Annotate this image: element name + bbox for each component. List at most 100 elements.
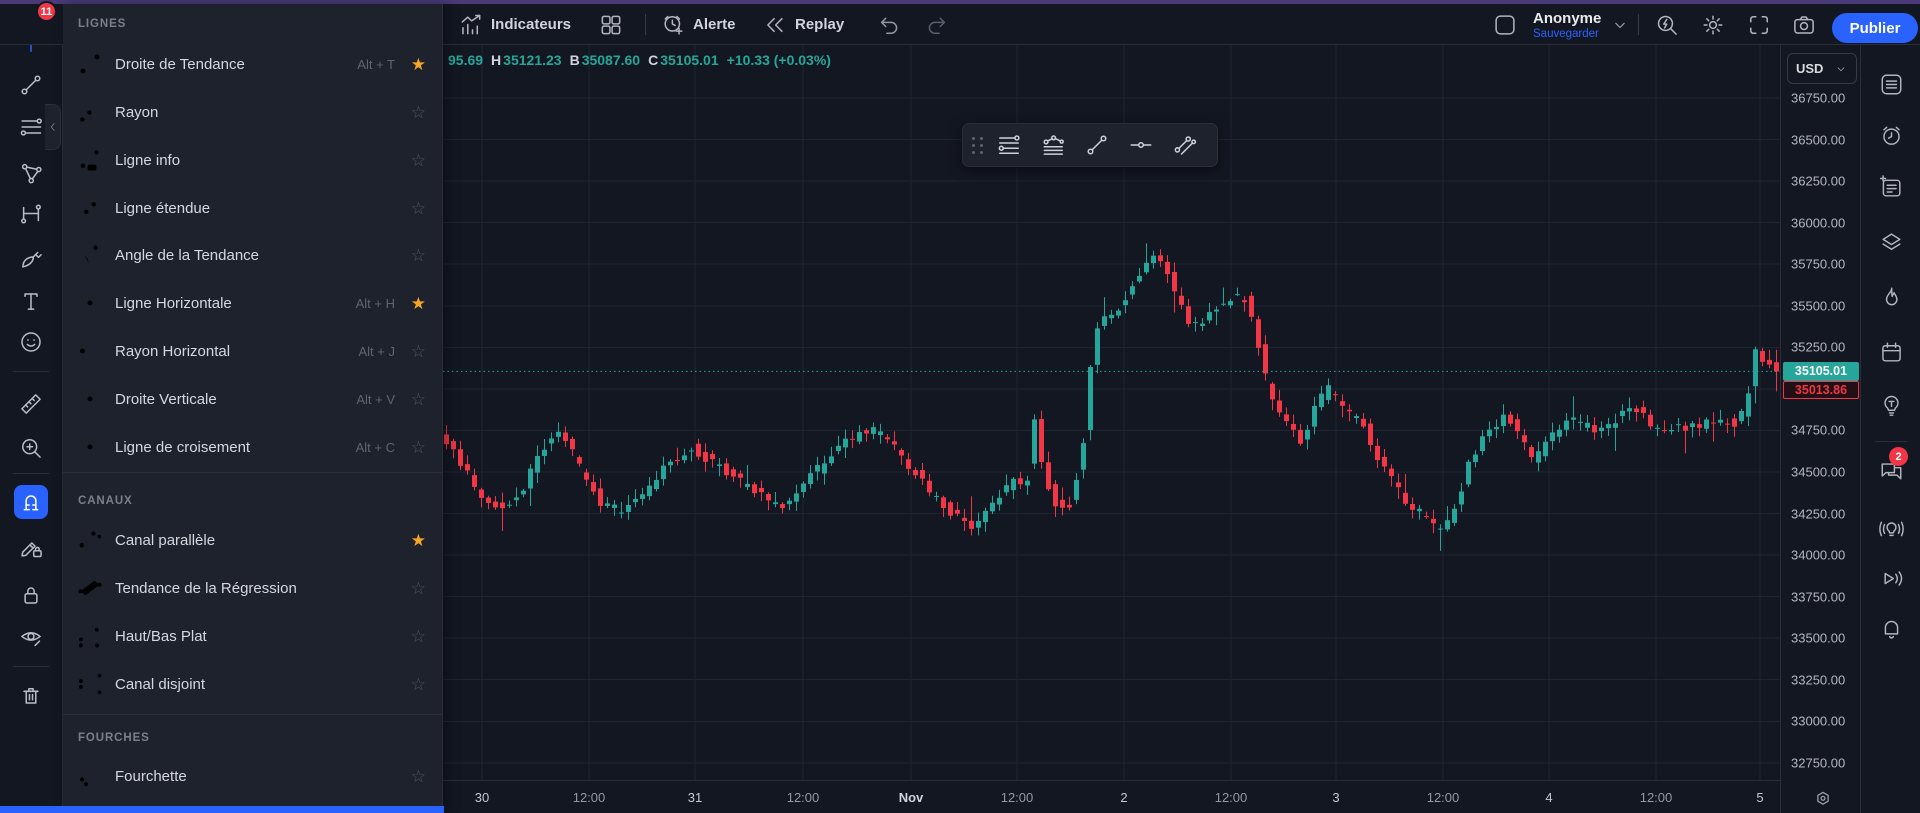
float-tool-ft-fib-button[interactable]: [987, 126, 1031, 164]
drag-handle[interactable]: [969, 132, 987, 158]
text-tool-button[interactable]: [14, 284, 48, 318]
hide-drawings-tool-button[interactable]: [14, 620, 48, 654]
zoom-tool-button[interactable]: [14, 431, 48, 465]
favorite-star-icon[interactable]: ★: [411, 532, 426, 549]
layout-grid-button[interactable]: [598, 4, 624, 45]
lock-all-tool-button[interactable]: [14, 578, 48, 612]
axis-settings-icon[interactable]: [1812, 788, 1834, 810]
menu-item-rayon-horizontal[interactable]: Rayon Horizontal Alt + J ☆: [63, 327, 442, 375]
pattern-tool-button[interactable]: [14, 197, 48, 231]
redo-button[interactable]: [924, 4, 950, 45]
fib-retracement-tool-icon: [18, 114, 44, 140]
float-tool-ft-multi-button[interactable]: [1031, 126, 1075, 164]
menu-item-label: Canal disjoint: [115, 675, 206, 693]
quick-search-button[interactable]: [1654, 4, 1680, 45]
star-outline-icon[interactable]: ☆: [411, 676, 426, 693]
menu-item-fourchette[interactable]: Fourchette ☆: [63, 752, 442, 800]
counter-price-tag: 35013.86: [1783, 380, 1859, 399]
object-tree-button[interactable]: [1876, 227, 1906, 257]
notifications-button[interactable]: [1876, 613, 1906, 643]
star-outline-icon[interactable]: ☆: [411, 247, 426, 264]
star-outline-icon[interactable]: ☆: [411, 391, 426, 408]
settings-button[interactable]: [1700, 4, 1726, 45]
snapshot-button[interactable]: [1791, 4, 1817, 45]
menu-item-ligne-tendue[interactable]: Ligne étendue ☆: [63, 184, 442, 232]
live-ideas-button[interactable]: [1876, 514, 1906, 544]
replay-button[interactable]: Replay: [762, 4, 844, 45]
save-link[interactable]: Sauvegarder: [1533, 28, 1601, 41]
time-tick: 12:00: [1426, 790, 1460, 805]
star-outline-icon[interactable]: ☆: [411, 439, 426, 456]
star-outline-icon[interactable]: ☆: [411, 580, 426, 597]
collapse-menu-tab[interactable]: [45, 104, 61, 150]
favorite-star-icon[interactable]: ★: [411, 295, 426, 312]
star-outline-icon[interactable]: ☆: [411, 768, 426, 785]
price-axis[interactable]: USD 35105.01 35013.86 36750.00 36500.00 36…: [1780, 45, 1860, 813]
calendar-button[interactable]: [1876, 337, 1906, 367]
horizontal-ray-icon: [76, 337, 104, 365]
news-button[interactable]: [1876, 172, 1906, 202]
menu-item-label: Ligne étendue: [115, 199, 211, 217]
menu-item-tendance-de-la-r-gression[interactable]: Tendance de la Régression ☆: [63, 564, 442, 612]
fullscreen-button[interactable]: [1746, 4, 1772, 45]
brush-tool-button[interactable]: [14, 242, 48, 276]
remove-drawings-tool-button[interactable]: [14, 678, 48, 712]
horizontal-line-icon: [76, 289, 104, 317]
ideas-button[interactable]: [1876, 390, 1906, 420]
emoji-tool-button[interactable]: [14, 325, 48, 359]
menu-item-droite-verticale[interactable]: Droite Verticale Alt + V ☆: [63, 375, 442, 423]
float-tool-trend-line-button[interactable]: [1075, 126, 1119, 164]
currency-dropdown[interactable]: USD: [1787, 53, 1857, 84]
hotlists-button[interactable]: [1876, 282, 1906, 312]
notifications-icon: [1878, 615, 1905, 642]
time-axis[interactable]: 30 12:00 31 12:00 Nov 12:00 2 12:00 3 12:00 4 12:00…: [443, 780, 1780, 813]
menu-item-ligne-horizontale[interactable]: Ligne Horizontale Alt + H ★: [63, 279, 442, 327]
drawing-lock-tool-button[interactable]: [14, 530, 48, 564]
menu-item-angle-de-la-tendance[interactable]: Angle de la Tendance ☆: [63, 231, 442, 279]
fib-retracement-tool-button[interactable]: [14, 110, 48, 144]
trend-line-tool-icon: [18, 72, 44, 98]
favorite-star-icon[interactable]: ★: [411, 56, 426, 73]
undo-button[interactable]: [876, 4, 902, 45]
alerts-button[interactable]: [1876, 120, 1906, 150]
star-outline-icon[interactable]: ☆: [411, 628, 426, 645]
alert-button[interactable]: Alerte: [660, 4, 736, 45]
menu-item-rayon[interactable]: Rayon ☆: [63, 88, 442, 136]
streams-button[interactable]: [1876, 563, 1906, 593]
pattern-tool-icon: [18, 201, 44, 227]
ideas-icon: [1878, 392, 1905, 419]
layout-select-button[interactable]: [1492, 4, 1518, 45]
chart-pane[interactable]: 95.69 H 35121.23 B 35087.60 C 35105.01 +…: [443, 45, 1780, 810]
object-tree-icon: [1878, 229, 1905, 256]
menu-item-ligne-info[interactable]: Ligne info ☆: [63, 136, 442, 184]
pitchfork-tool-button[interactable]: [14, 156, 48, 190]
redo-icon: [924, 12, 950, 38]
trend-line-icon: [76, 50, 104, 78]
menu-item-droite-de-tendance[interactable]: Droite de Tendance Alt + T ★: [63, 40, 442, 88]
star-outline-icon[interactable]: ☆: [411, 200, 426, 217]
star-outline-icon[interactable]: ☆: [411, 104, 426, 121]
watchlist-button[interactable]: [1876, 69, 1906, 99]
menu-item-shortcut: Alt + J: [358, 343, 396, 359]
float-tool-parallel-channel-button[interactable]: [1163, 126, 1207, 164]
menu-item-haut-bas-plat[interactable]: Haut/Bas Plat ☆: [63, 612, 442, 660]
menu-section-header: LIGNES: [78, 18, 127, 30]
star-outline-icon[interactable]: ☆: [411, 152, 426, 169]
ruler-tool-button[interactable]: [14, 387, 48, 421]
emoji-tool-icon: [18, 329, 44, 355]
chevron-down-icon: [1834, 62, 1848, 76]
menu-item-ligne-de-croisement[interactable]: Ligne de croisement Alt + C ☆: [63, 423, 442, 471]
indicators-button[interactable]: Indicateurs: [458, 4, 571, 45]
menu-bottom-highlight: [0, 806, 444, 813]
trend-line-tool-button[interactable]: [14, 68, 48, 102]
user-menu[interactable]: Anonyme Sauvegarder: [1533, 10, 1601, 41]
user-chevron-button[interactable]: [1610, 4, 1630, 45]
lock-all-tool-icon: [18, 582, 44, 608]
magnet-tool-button[interactable]: [14, 485, 48, 519]
menu-item-canal-parall-le[interactable]: Canal parallèle ★: [63, 516, 442, 564]
toolbar-separator: [645, 14, 646, 35]
publish-button[interactable]: Publier: [1832, 13, 1918, 43]
star-outline-icon[interactable]: ☆: [411, 343, 426, 360]
float-tool-horizontal-line-button[interactable]: [1119, 126, 1163, 164]
menu-item-canal-disjoint[interactable]: Canal disjoint ☆: [63, 660, 442, 708]
